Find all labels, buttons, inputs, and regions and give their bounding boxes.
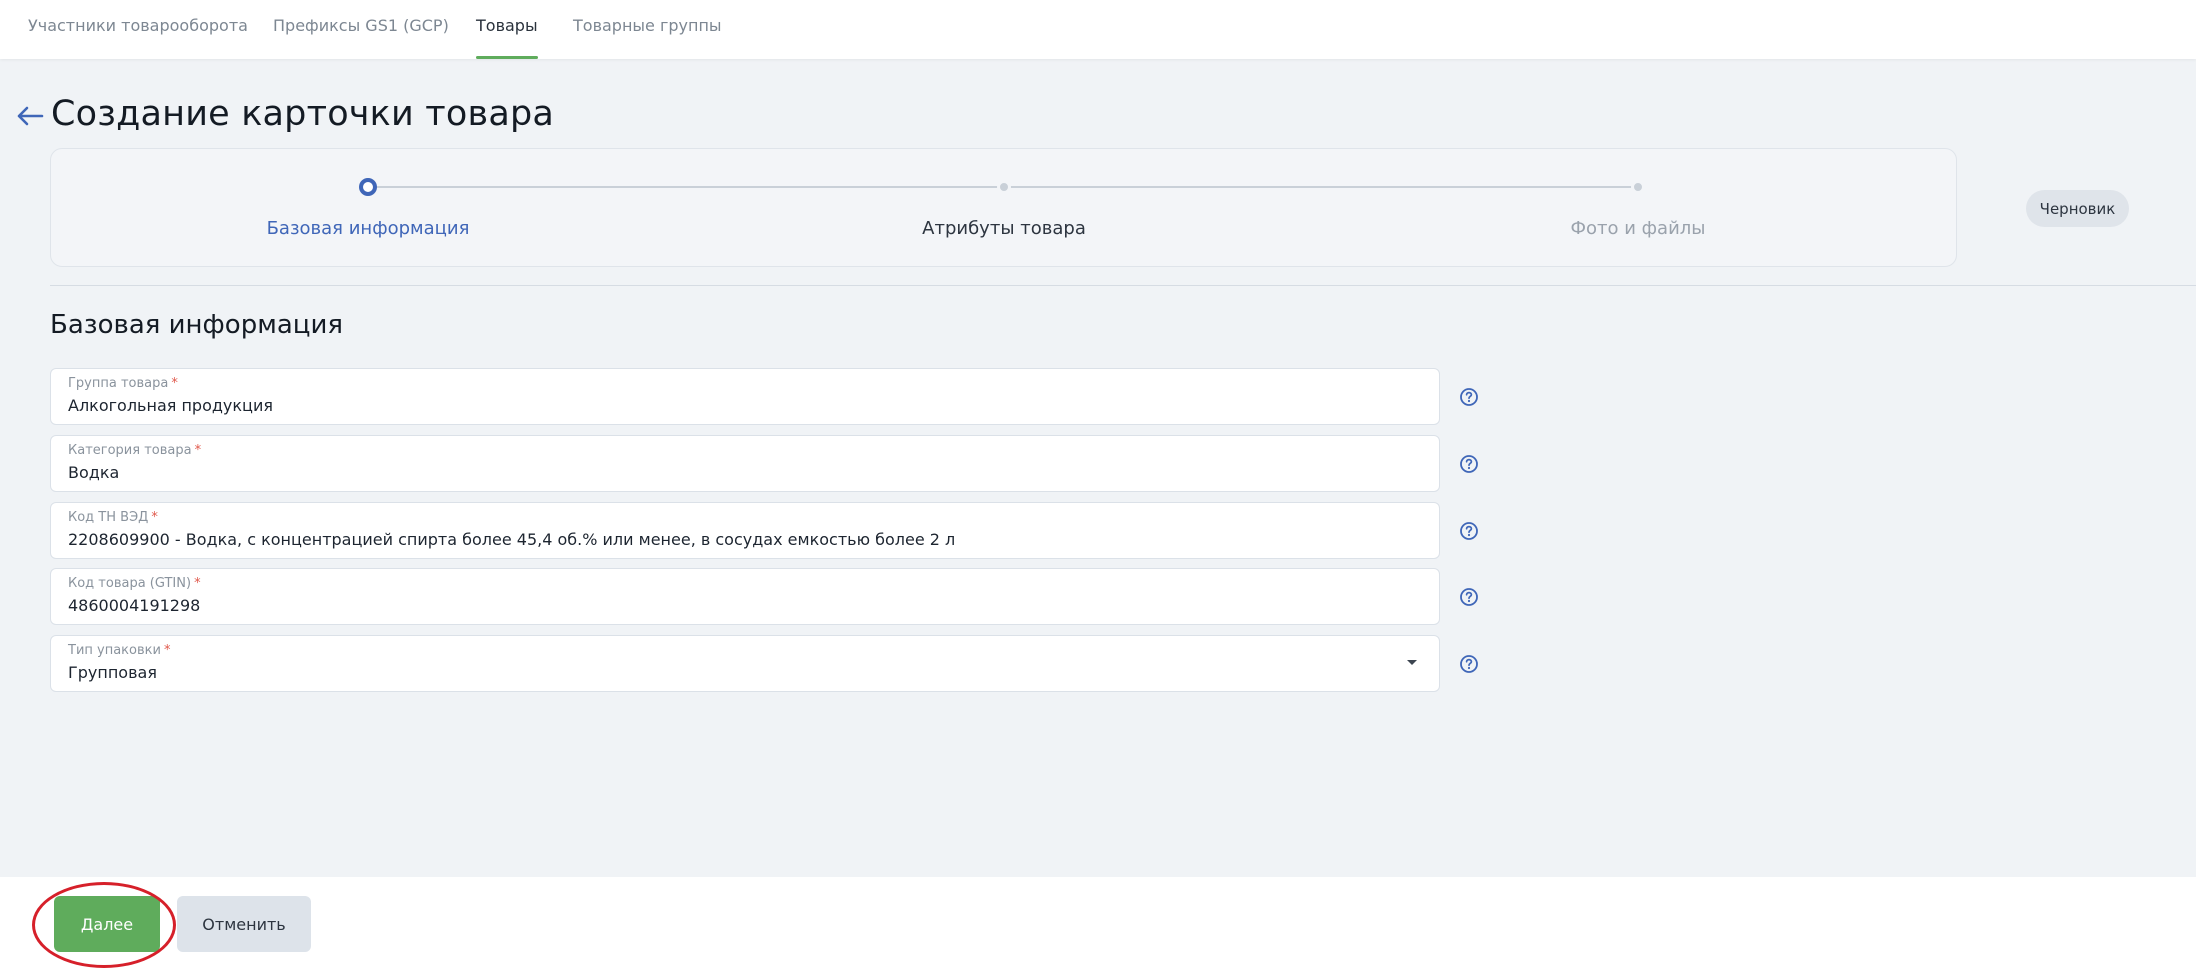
stepper-card bbox=[50, 148, 1957, 267]
field-label: Тип упаковки * bbox=[68, 643, 171, 658]
step-dot bbox=[997, 180, 1011, 194]
step-dot bbox=[1631, 180, 1645, 194]
caret-down-icon[interactable] bbox=[1407, 660, 1417, 665]
product-group-field[interactable]: Группа товара * Алкогольная продукция bbox=[50, 368, 1440, 425]
field-value: 4860004191298 bbox=[68, 596, 201, 615]
field-label: Группа товара * bbox=[68, 376, 178, 391]
field-label: Код ТН ВЭД * bbox=[68, 510, 158, 525]
question-circle-icon[interactable] bbox=[1459, 654, 1479, 674]
section-title: Базовая информация bbox=[50, 310, 343, 340]
next-button[interactable]: Далее bbox=[54, 896, 160, 952]
tab-products[interactable]: Товары bbox=[476, 16, 538, 59]
field-label: Категория товара * bbox=[68, 443, 202, 458]
top-nav: Участники товарооборота Префиксы GS1 (GC… bbox=[0, 0, 2196, 59]
field-value: Алкогольная продукция bbox=[68, 396, 273, 415]
action-bar bbox=[0, 877, 2196, 971]
tab-products-label: Товары bbox=[476, 16, 538, 35]
tab-trade-participants[interactable]: Участники товарооборота bbox=[28, 16, 248, 59]
tnved-code-field[interactable]: Код ТН ВЭД * 2208609900 - Водка, с концен… bbox=[50, 502, 1440, 559]
field-value: Водка bbox=[68, 463, 120, 482]
arrow-left-icon[interactable] bbox=[14, 100, 46, 132]
divider bbox=[50, 285, 2196, 286]
stepper-line bbox=[368, 186, 1004, 188]
cancel-button[interactable]: Отменить bbox=[177, 896, 311, 952]
tab-gs1-prefixes[interactable]: Префиксы GS1 (GCP) bbox=[273, 16, 449, 59]
step-dot-current bbox=[359, 178, 377, 196]
active-tab-underline bbox=[476, 56, 538, 59]
package-type-select[interactable]: Тип упаковки * Групповая bbox=[50, 635, 1440, 692]
gtin-field[interactable]: Код товара (GTIN) * 4860004191298 bbox=[50, 568, 1440, 625]
tab-product-groups[interactable]: Товарные группы bbox=[573, 16, 722, 59]
question-circle-icon[interactable] bbox=[1459, 587, 1479, 607]
question-circle-icon[interactable] bbox=[1459, 454, 1479, 474]
stepper-line bbox=[1004, 186, 1638, 188]
status-badge: Черновик bbox=[2026, 190, 2129, 227]
step-label-attributes[interactable]: Атрибуты товара bbox=[922, 218, 1086, 239]
product-category-field[interactable]: Категория товара * Водка bbox=[50, 435, 1440, 492]
step-label-photos-files: Фото и файлы bbox=[1570, 218, 1706, 239]
page-title: Создание карточки товара bbox=[51, 94, 555, 134]
question-circle-icon[interactable] bbox=[1459, 521, 1479, 541]
question-circle-icon[interactable] bbox=[1459, 387, 1479, 407]
step-label-basic-info[interactable]: Базовая информация bbox=[267, 218, 470, 239]
field-value: 2208609900 - Водка, с концентрацией спир… bbox=[68, 530, 956, 549]
field-label: Код товара (GTIN) * bbox=[68, 576, 201, 591]
field-value: Групповая bbox=[68, 663, 157, 682]
